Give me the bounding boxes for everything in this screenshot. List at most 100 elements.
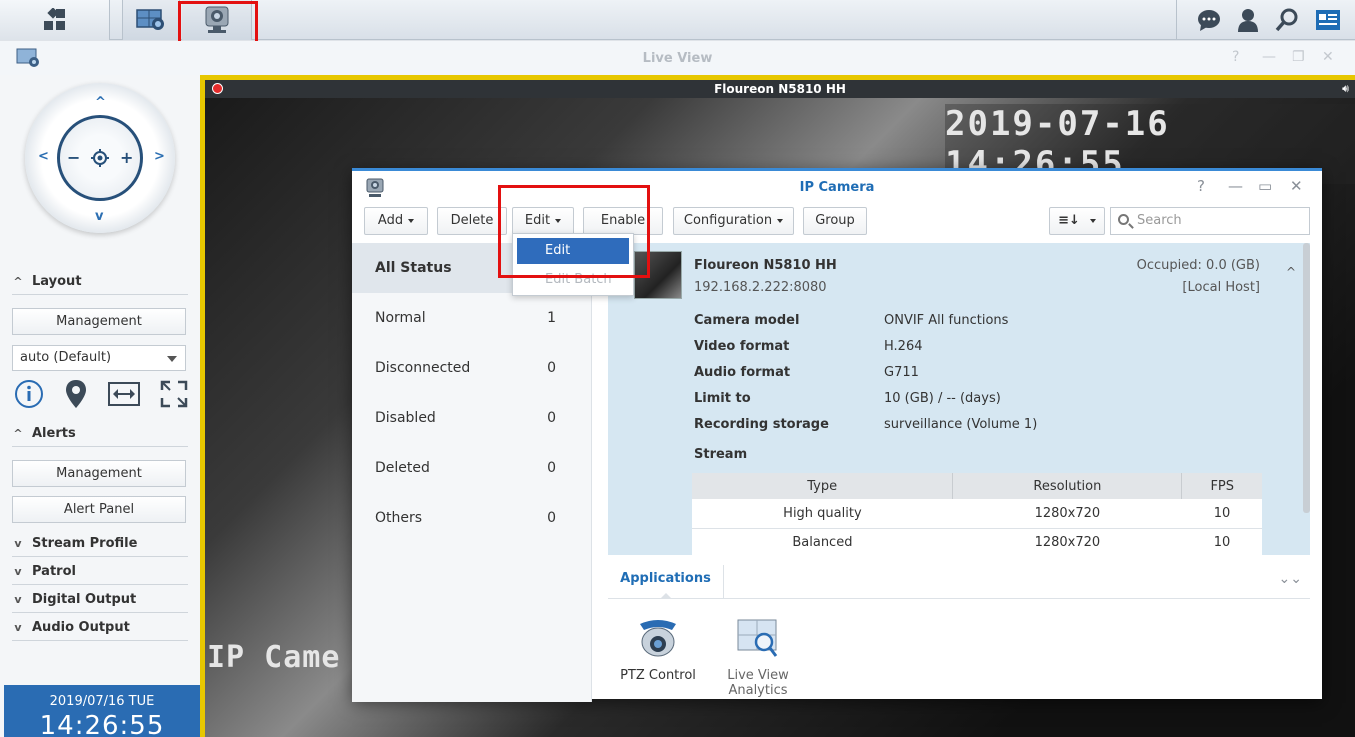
status-disconnected[interactable]: Disconnected 0 xyxy=(352,343,592,393)
stream-cell: High quality xyxy=(692,499,953,529)
status-disabled[interactable]: Disabled 0 xyxy=(352,393,592,443)
stream-cell: 1280x720 xyxy=(952,499,1182,529)
patrol-section-header[interactable]: v Patrol xyxy=(12,559,188,585)
sort-button[interactable]: ≡↓ xyxy=(1049,207,1105,235)
prop-camera-model-value: ONVIF All functions xyxy=(884,313,1009,328)
camera-detail-card[interactable]: Floureon N5810 HH 192.168.2.222:8080 Occ… xyxy=(608,243,1310,555)
restore-icon[interactable]: ❐ xyxy=(1292,49,1305,65)
maximize-icon[interactable]: ▭ xyxy=(1258,177,1272,195)
help-icon[interactable]: ? xyxy=(1232,49,1239,65)
help-icon[interactable]: ? xyxy=(1197,177,1205,195)
enable-button[interactable]: Enable xyxy=(583,207,663,235)
user-icon[interactable] xyxy=(1237,8,1259,32)
layout-management-button[interactable]: Management xyxy=(12,308,186,335)
chat-icon[interactable] xyxy=(1197,9,1221,31)
ptz-joystick[interactable]: ^ v < > − + xyxy=(25,83,175,233)
minimize-icon[interactable]: — xyxy=(1228,177,1243,195)
stream-cell: 1280x720 xyxy=(952,528,1182,555)
video-title: Floureon N5810 HH xyxy=(714,82,846,96)
video-title-bar: Floureon N5810 HH 🔊︎ xyxy=(205,80,1355,98)
clock-widget: 2019/07/16 TUE 14:26:55 xyxy=(4,685,200,737)
grid-icon xyxy=(43,8,65,30)
analytics-icon xyxy=(737,619,778,657)
stream-col-type: Type xyxy=(692,473,954,499)
app-label: PTZ Control xyxy=(620,668,696,683)
widgets-icon[interactable] xyxy=(1315,9,1341,31)
zoom-in-icon[interactable]: + xyxy=(120,148,133,167)
menu-item-edit[interactable]: Edit xyxy=(517,238,629,264)
video-camera-overlay: IP Came xyxy=(207,640,341,675)
stream-cell: Balanced xyxy=(692,528,953,555)
zoom-out-icon[interactable]: − xyxy=(67,148,80,167)
alerts-section-header[interactable]: ^ Alerts xyxy=(12,421,188,447)
app-live-view-analytics[interactable]: Live View Analytics xyxy=(713,616,803,698)
pan-left-icon[interactable]: < xyxy=(38,149,49,164)
alert-panel-button[interactable]: Alert Panel xyxy=(12,496,186,523)
detail-scrollbar[interactable] xyxy=(1303,243,1310,513)
prop-audio-format-label: Audio format xyxy=(694,365,791,380)
taskbar-tray xyxy=(1176,0,1355,40)
menu-item-edit-batch: Edit Batch xyxy=(545,272,612,287)
ptz-camera-icon xyxy=(640,620,676,657)
digital-output-section-header[interactable]: v Digital Output xyxy=(12,587,188,613)
map-pin-icon[interactable] xyxy=(64,379,88,409)
webcam-icon xyxy=(205,6,228,33)
configuration-button[interactable]: Configuration xyxy=(673,207,794,235)
chevron-up-icon: ^ xyxy=(13,275,23,288)
stream-col-fps: FPS xyxy=(1181,473,1262,499)
prop-camera-model-label: Camera model xyxy=(694,313,800,328)
left-panel: ^ v < > − + ^ Layout Management auto (Def… xyxy=(0,75,200,737)
tab-applications[interactable]: Applications xyxy=(608,565,724,599)
camera-occupied: Occupied: 0.0 (GB) xyxy=(1136,258,1260,273)
table-row: High quality 1280x720 10 xyxy=(692,499,1262,529)
alerts-management-button[interactable]: Management xyxy=(12,460,186,487)
layout-section-header[interactable]: ^ Layout xyxy=(12,269,188,295)
chevron-down-icon: v xyxy=(14,621,22,634)
status-normal[interactable]: Normal 1 xyxy=(352,293,592,343)
sort-icon: ≡↓ xyxy=(1058,213,1080,228)
prop-limit-label: Limit to xyxy=(694,391,751,406)
audio-output-section-header[interactable]: v Audio Output xyxy=(12,615,188,641)
delete-button[interactable]: Delete xyxy=(437,207,507,235)
add-button[interactable]: Add xyxy=(364,207,428,235)
layout-select[interactable]: auto (Default) xyxy=(12,345,186,371)
minimize-icon[interactable]: — xyxy=(1262,49,1276,65)
close-icon[interactable]: ✕ xyxy=(1290,177,1303,195)
prop-limit-value: 10 (GB) / -- (days) xyxy=(884,391,1001,406)
layout-icon-row xyxy=(14,379,188,409)
search-icon[interactable] xyxy=(1275,8,1299,32)
table-row: Balanced 1280x720 10 xyxy=(692,528,1262,555)
app-ptz-control[interactable]: PTZ Control xyxy=(613,616,703,683)
main-menu-button[interactable] xyxy=(0,0,110,40)
applications-tab-bar: Applications ⌄⌄ xyxy=(608,565,1310,599)
live-view-app-button[interactable] xyxy=(122,0,180,40)
fit-width-icon[interactable] xyxy=(108,381,140,407)
edit-dropdown-menu: Edit Edit Batch xyxy=(512,233,634,296)
edit-button[interactable]: Edit xyxy=(512,207,574,235)
dropdown-caret-icon xyxy=(167,356,177,362)
info-icon[interactable] xyxy=(14,379,44,409)
stream-col-resolution: Resolution xyxy=(952,473,1183,499)
pan-down-icon[interactable]: v xyxy=(95,209,103,224)
speaker-icon[interactable]: 🔊︎ xyxy=(1342,82,1349,96)
camera-thumbnail xyxy=(634,251,682,299)
fullscreen-icon[interactable] xyxy=(160,380,188,408)
camera-name: Floureon N5810 HH xyxy=(694,258,837,273)
target-icon[interactable] xyxy=(91,149,109,167)
prop-storage-label: Recording storage xyxy=(694,417,829,432)
stream-cell: 10 xyxy=(1181,499,1262,529)
expand-icon[interactable]: ⌄⌄ xyxy=(1279,571,1302,587)
status-others[interactable]: Others 0 xyxy=(352,493,592,543)
status-deleted[interactable]: Deleted 0 xyxy=(352,443,592,493)
search-input[interactable]: Search xyxy=(1110,207,1310,235)
monitor-camera-icon xyxy=(136,9,164,30)
group-button[interactable]: Group xyxy=(803,207,867,235)
ptz-center[interactable]: − + xyxy=(57,115,143,201)
ip-camera-app-button[interactable] xyxy=(182,0,252,40)
stream-profile-section-header[interactable]: v Stream Profile xyxy=(12,531,188,557)
chevron-down-icon: v xyxy=(14,537,22,550)
collapse-icon[interactable]: ^ xyxy=(1286,265,1296,279)
pan-up-icon[interactable]: ^ xyxy=(95,95,106,110)
close-icon[interactable]: ✕ xyxy=(1322,49,1334,65)
pan-right-icon[interactable]: > xyxy=(154,149,165,164)
